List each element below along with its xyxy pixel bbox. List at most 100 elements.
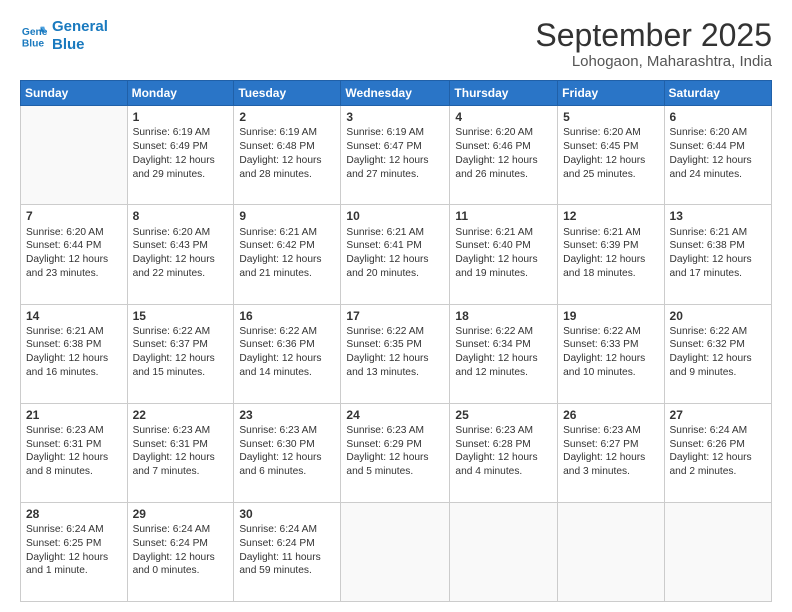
calendar-cell xyxy=(341,502,450,601)
day-number: 23 xyxy=(239,407,335,423)
day-number: 12 xyxy=(563,208,658,224)
day-info: Sunrise: 6:24 AM Sunset: 6:24 PM Dayligh… xyxy=(133,523,229,578)
day-info: Sunrise: 6:20 AM Sunset: 6:43 PM Dayligh… xyxy=(133,226,229,281)
calendar-cell: 13 Sunrise: 6:21 AM Sunset: 6:38 PM Dayli… xyxy=(664,205,771,304)
calendar-cell: 27Sunrise: 6:24 AM Sunset: 6:26 PM Dayli… xyxy=(664,403,771,502)
day-number: 2 xyxy=(239,109,335,125)
calendar-cell xyxy=(664,502,771,601)
calendar-cell: 8Sunrise: 6:20 AM Sunset: 6:43 PM Daylig… xyxy=(127,205,234,304)
day-info: Sunrise: 6:20 AM Sunset: 6:46 PM Dayligh… xyxy=(455,126,552,181)
calendar-cell: 30Sunrise: 6:24 AM Sunset: 6:24 PM Dayli… xyxy=(234,502,341,601)
day-number: 22 xyxy=(133,407,229,423)
day-number: 14 xyxy=(26,308,122,324)
day-number: 20 xyxy=(670,308,766,324)
calendar-cell: 9Sunrise: 6:21 AM Sunset: 6:42 PM Daylig… xyxy=(234,205,341,304)
calendar-cell: 5Sunrise: 6:20 AM Sunset: 6:45 PM Daylig… xyxy=(558,106,664,205)
calendar-cell: 12 Sunrise: 6:21 AM Sunset: 6:39 PM Dayli… xyxy=(558,205,664,304)
day-info: Sunrise: 6:22 AM Sunset: 6:32 PM Dayligh… xyxy=(670,325,766,380)
col-header-sunday: Sunday xyxy=(21,81,128,106)
day-number: 16 xyxy=(239,308,335,324)
logo: General Blue General Blue xyxy=(20,18,108,54)
day-info: Sunrise: 6:20 AM Sunset: 6:45 PM Dayligh… xyxy=(563,126,658,181)
day-number: 19 xyxy=(563,308,658,324)
week-row-3: 14Sunrise: 6:21 AM Sunset: 6:38 PM Dayli… xyxy=(21,304,772,403)
day-info: Sunrise: 6:22 AM Sunset: 6:36 PM Dayligh… xyxy=(239,325,335,380)
logo-icon: General Blue xyxy=(20,22,48,50)
col-header-wednesday: Wednesday xyxy=(341,81,450,106)
calendar-cell: 10 Sunrise: 6:21 AM Sunset: 6:41 PM Dayli… xyxy=(341,205,450,304)
day-info: Sunrise: 6:22 AM Sunset: 6:37 PM Dayligh… xyxy=(133,325,229,380)
day-info: Sunrise: 6:19 AM Sunset: 6:47 PM Dayligh… xyxy=(346,126,444,181)
col-header-thursday: Thursday xyxy=(450,81,558,106)
day-info: Sunrise: 6:21 AM Sunset: 6:41 PM Dayligh… xyxy=(346,226,444,281)
calendar-cell: 20Sunrise: 6:22 AM Sunset: 6:32 PM Dayli… xyxy=(664,304,771,403)
col-header-friday: Friday xyxy=(558,81,664,106)
day-number: 1 xyxy=(133,109,229,125)
day-number: 25 xyxy=(455,407,552,423)
col-header-monday: Monday xyxy=(127,81,234,106)
day-number: 17 xyxy=(346,308,444,324)
calendar-cell: 28Sunrise: 6:24 AM Sunset: 6:25 PM Dayli… xyxy=(21,502,128,601)
day-info: Sunrise: 6:21 AM Sunset: 6:38 PM Dayligh… xyxy=(26,325,122,380)
calendar-subtitle: Lohogaon, Maharashtra, India xyxy=(535,53,772,70)
calendar-cell xyxy=(21,106,128,205)
calendar-cell: 25Sunrise: 6:23 AM Sunset: 6:28 PM Dayli… xyxy=(450,403,558,502)
day-number: 5 xyxy=(563,109,658,125)
day-info: Sunrise: 6:24 AM Sunset: 6:26 PM Dayligh… xyxy=(670,424,766,479)
day-info: Sunrise: 6:21 AM Sunset: 6:39 PM Dayligh… xyxy=(563,226,658,281)
day-number: 13 xyxy=(670,208,766,224)
calendar-cell: 6Sunrise: 6:20 AM Sunset: 6:44 PM Daylig… xyxy=(664,106,771,205)
calendar-cell: 4Sunrise: 6:20 AM Sunset: 6:46 PM Daylig… xyxy=(450,106,558,205)
day-info: Sunrise: 6:22 AM Sunset: 6:34 PM Dayligh… xyxy=(455,325,552,380)
day-info: Sunrise: 6:20 AM Sunset: 6:44 PM Dayligh… xyxy=(670,126,766,181)
day-number: 3 xyxy=(346,109,444,125)
calendar-cell xyxy=(558,502,664,601)
header: General Blue General Blue September 2025… xyxy=(20,18,772,70)
day-info: Sunrise: 6:23 AM Sunset: 6:30 PM Dayligh… xyxy=(239,424,335,479)
calendar-cell: 22Sunrise: 6:23 AM Sunset: 6:31 PM Dayli… xyxy=(127,403,234,502)
title-block: September 2025 Lohogaon, Maharashtra, In… xyxy=(535,18,772,70)
day-info: Sunrise: 6:22 AM Sunset: 6:33 PM Dayligh… xyxy=(563,325,658,380)
day-number: 4 xyxy=(455,109,552,125)
calendar-cell: 7 Sunrise: 6:20 AM Sunset: 6:44 PM Daylig… xyxy=(21,205,128,304)
calendar-cell: 1Sunrise: 6:19 AM Sunset: 6:49 PM Daylig… xyxy=(127,106,234,205)
day-info: Sunrise: 6:21 AM Sunset: 6:40 PM Dayligh… xyxy=(455,226,552,281)
calendar-cell: 3Sunrise: 6:19 AM Sunset: 6:47 PM Daylig… xyxy=(341,106,450,205)
calendar-cell: 14Sunrise: 6:21 AM Sunset: 6:38 PM Dayli… xyxy=(21,304,128,403)
day-info: Sunrise: 6:23 AM Sunset: 6:29 PM Dayligh… xyxy=(346,424,444,479)
day-info: Sunrise: 6:24 AM Sunset: 6:25 PM Dayligh… xyxy=(26,523,122,578)
day-number: 24 xyxy=(346,407,444,423)
day-number: 29 xyxy=(133,506,229,522)
day-info: Sunrise: 6:19 AM Sunset: 6:48 PM Dayligh… xyxy=(239,126,335,181)
calendar-cell: 29Sunrise: 6:24 AM Sunset: 6:24 PM Dayli… xyxy=(127,502,234,601)
day-info: Sunrise: 6:21 AM Sunset: 6:38 PM Dayligh… xyxy=(670,226,766,281)
day-info: Sunrise: 6:23 AM Sunset: 6:28 PM Dayligh… xyxy=(455,424,552,479)
day-number: 11 xyxy=(455,208,552,224)
day-info: Sunrise: 6:19 AM Sunset: 6:49 PM Dayligh… xyxy=(133,126,229,181)
calendar-table: SundayMondayTuesdayWednesdayThursdayFrid… xyxy=(20,80,772,602)
calendar-title: September 2025 xyxy=(535,18,772,53)
calendar-cell: 16Sunrise: 6:22 AM Sunset: 6:36 PM Dayli… xyxy=(234,304,341,403)
day-info: Sunrise: 6:22 AM Sunset: 6:35 PM Dayligh… xyxy=(346,325,444,380)
day-info: Sunrise: 6:23 AM Sunset: 6:31 PM Dayligh… xyxy=(133,424,229,479)
logo-text-blue: Blue xyxy=(52,36,108,54)
week-row-4: 21Sunrise: 6:23 AM Sunset: 6:31 PM Dayli… xyxy=(21,403,772,502)
svg-text:Blue: Blue xyxy=(22,38,45,49)
calendar-cell: 19Sunrise: 6:22 AM Sunset: 6:33 PM Dayli… xyxy=(558,304,664,403)
day-info: Sunrise: 6:23 AM Sunset: 6:31 PM Dayligh… xyxy=(26,424,122,479)
day-info: Sunrise: 6:20 AM Sunset: 6:44 PM Dayligh… xyxy=(26,226,122,281)
day-info: Sunrise: 6:24 AM Sunset: 6:24 PM Dayligh… xyxy=(239,523,335,578)
day-number: 26 xyxy=(563,407,658,423)
calendar-cell: 18Sunrise: 6:22 AM Sunset: 6:34 PM Dayli… xyxy=(450,304,558,403)
week-row-2: 7 Sunrise: 6:20 AM Sunset: 6:44 PM Daylig… xyxy=(21,205,772,304)
logo-text-general: General xyxy=(52,18,108,36)
day-number: 21 xyxy=(26,407,122,423)
calendar-cell: 24Sunrise: 6:23 AM Sunset: 6:29 PM Dayli… xyxy=(341,403,450,502)
day-number: 27 xyxy=(670,407,766,423)
day-number: 7 xyxy=(26,208,122,224)
calendar-cell: 21Sunrise: 6:23 AM Sunset: 6:31 PM Dayli… xyxy=(21,403,128,502)
day-number: 10 xyxy=(346,208,444,224)
calendar-cell: 11 Sunrise: 6:21 AM Sunset: 6:40 PM Dayli… xyxy=(450,205,558,304)
calendar-cell: 23Sunrise: 6:23 AM Sunset: 6:30 PM Dayli… xyxy=(234,403,341,502)
calendar-cell xyxy=(450,502,558,601)
